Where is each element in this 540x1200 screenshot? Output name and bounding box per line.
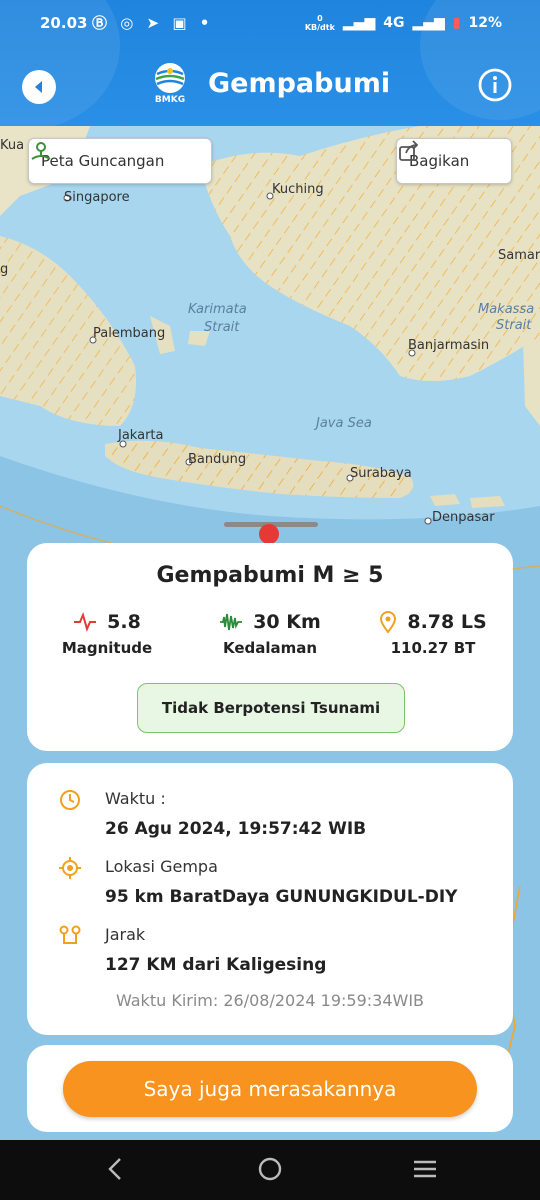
bmkg-logo-text: BMKG (154, 95, 186, 105)
magnitude-label: Magnitude (61, 639, 153, 657)
map-label-kuala: Kua (0, 138, 25, 153)
nav-back-icon[interactable] (100, 1154, 130, 1184)
wifi-signal-icon: ▂▄▆ (412, 15, 445, 31)
clock-icon (60, 790, 80, 810)
system-nav-bar (0, 1140, 540, 1200)
share-icon (399, 140, 419, 161)
network-type: 4G (383, 15, 405, 31)
epicenter-marker[interactable] (259, 524, 279, 544)
info-button[interactable] (478, 68, 512, 102)
magnitude-value: 5.8 (107, 611, 141, 633)
depth-value: 30 Km (253, 611, 321, 633)
map-label-banjarmasin: Banjarmasin (408, 338, 490, 353)
back-button[interactable] (22, 70, 56, 104)
location-pin-icon (380, 611, 397, 633)
place-value: 95 km BaratDaya GUNUNGKIDUL-DIY (105, 887, 458, 907)
map-label-denpasar: Denpasar (432, 510, 495, 525)
route-icon (59, 925, 81, 944)
status-time: 20.03 (40, 14, 88, 32)
network-speed: 0 KB/dtk (305, 14, 335, 32)
bmkg-logo: BMKG (152, 62, 188, 108)
network-speed-unit: KB/dtk (304, 23, 335, 32)
notification-icons: Ⓑ ◎ ➤ ▣ • (92, 14, 214, 32)
felt-it-button[interactable]: Saya juga merasakannya (63, 1061, 477, 1117)
magnitude-stat: 5.8 Magnitude (27, 611, 187, 657)
time-label: Waktu : (105, 789, 166, 808)
nav-home-icon[interactable] (255, 1154, 285, 1184)
longitude-value: 110.27 BT (390, 639, 476, 657)
map-sea-karimata: Karimata (188, 302, 247, 317)
shake-map-icon (31, 142, 51, 160)
location-stat: 8.78 LS 110.27 BT (353, 611, 513, 657)
status-right: 0 KB/dtk ▂▄▆ 4G ▂▄▆ ▮ 12% (305, 14, 502, 32)
quake-details-card: Waktu : 26 Agu 2024, 19:57:42 WIB Lokasi… (27, 763, 513, 1035)
map-label-bandung: Bandung (188, 452, 247, 467)
map-label-samarinda: Samar (498, 248, 540, 263)
nav-menu-icon[interactable] (410, 1154, 440, 1184)
latitude-value: 8.78 LS (407, 611, 487, 633)
battery-level: 12% (468, 15, 502, 31)
map-label-kuching: Kuching (272, 182, 324, 197)
time-value: 26 Agu 2024, 19:57:42 WIB (105, 819, 367, 839)
quake-heading: Gempabumi M ≥ 5 (156, 563, 384, 588)
sent-time: Waktu Kirim: 26/08/2024 19:59:34WIB (115, 991, 425, 1010)
map-label-palembang: Palembang (93, 326, 166, 341)
shake-map-label: Peta Guncangan (41, 152, 165, 170)
network-speed-value: 0 (317, 14, 323, 23)
tsunami-status-badge: Tidak Berpotensi Tsunami (137, 683, 405, 733)
shake-map-button[interactable]: Peta Guncangan (28, 138, 212, 184)
status-bar: 20.03 Ⓑ ◎ ➤ ▣ • 0 KB/dtk ▂▄▆ 4G ▂▄▆ ▮ 12… (0, 10, 540, 36)
action-card: Saya juga merasakannya (27, 1045, 513, 1132)
map-sea-makassar: Makassa (478, 302, 535, 317)
quake-summary-card: Gempabumi M ≥ 5 5.8 Magnitude 30 Km Keda… (27, 543, 513, 751)
battery-icon: ▮ (452, 15, 461, 31)
map-label-singapore: Singapore (64, 190, 130, 205)
info-icon (478, 68, 512, 102)
distance-label: Jarak (105, 925, 146, 944)
share-button[interactable]: Bagikan (396, 138, 512, 184)
map-sea-makassar-strait: Strait (496, 318, 532, 333)
signal-icon: ▂▄▆ (342, 15, 376, 31)
back-arrow-icon (35, 81, 42, 93)
map-label-edge: g (0, 262, 9, 277)
map-label-jakarta: Jakarta (118, 428, 164, 443)
map-sea-java: Java Sea (316, 416, 372, 431)
page-title: Gempabumi (208, 68, 391, 99)
distance-value: 127 KM dari Kaligesing (105, 955, 327, 975)
depth-wave-icon (220, 613, 243, 631)
place-label: Lokasi Gempa (105, 857, 218, 876)
map-sea-karimata-strait: Strait (204, 320, 240, 335)
target-icon (59, 857, 81, 879)
depth-stat: 30 Km Kedalaman (190, 611, 350, 657)
magnitude-icon (74, 612, 97, 632)
map-label-surabaya: Surabaya (350, 466, 412, 481)
app-header: 20.03 Ⓑ ◎ ➤ ▣ • 0 KB/dtk ▂▄▆ 4G ▂▄▆ ▮ 12… (0, 0, 540, 126)
depth-label: Kedalaman (222, 639, 318, 657)
